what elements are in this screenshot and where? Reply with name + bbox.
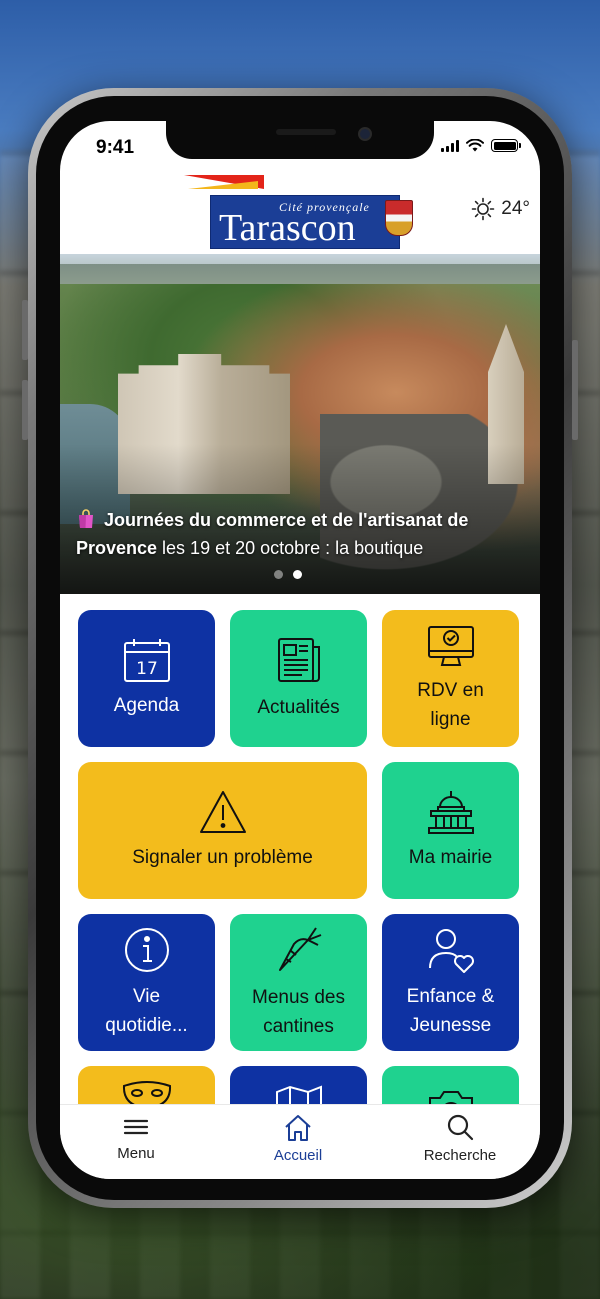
phone-notch	[166, 121, 434, 159]
tile-vie-quotidienne[interactable]: Vie quotidie...	[78, 914, 215, 1051]
phone-volume-button	[22, 380, 28, 440]
tile-label: RDV en ligne	[417, 679, 484, 730]
tile-patrimoine[interactable]	[230, 1066, 367, 1104]
tile-label: Actualités	[257, 697, 340, 718]
tile-rdv-en-ligne[interactable]: RDV en ligne	[382, 610, 519, 747]
logo-flag-yellow	[188, 181, 258, 189]
home-icon	[285, 1115, 311, 1141]
tile-label: Agenda	[113, 695, 180, 716]
battery-icon	[491, 139, 521, 152]
logo-title: Tarascon	[219, 207, 356, 249]
tab-menu[interactable]: Menu	[76, 1113, 196, 1162]
sun-icon	[471, 197, 495, 221]
logo-box: Cité provençale Tarascon	[210, 195, 413, 249]
app-screen: 9:41 Cité provençale Tarascon 24° Journé…	[60, 121, 540, 1179]
newspaper-icon	[277, 638, 320, 682]
search-icon	[447, 1114, 474, 1141]
carrot-icon	[278, 926, 321, 971]
tile-label: Menus des cantines	[252, 986, 345, 1037]
weather-widget[interactable]: 24°	[471, 197, 530, 221]
phone-speaker	[276, 129, 336, 135]
calendar-icon: 17	[123, 639, 170, 682]
tile-signaler-un-probleme[interactable]: Signaler un problème	[78, 762, 367, 899]
cellular-signal-icon	[441, 139, 459, 152]
weather-temperature: 24°	[501, 198, 530, 219]
phone-camera	[358, 127, 372, 141]
tile-ma-mairie[interactable]: Ma mairie	[382, 762, 519, 899]
wifi-icon	[466, 139, 484, 152]
tile-enfance-jeunesse[interactable]: Enfance & Jeunesse	[382, 914, 519, 1051]
tab-recherche[interactable]: Recherche	[400, 1113, 520, 1164]
phone-volume-button	[22, 300, 28, 360]
person-heart-icon	[428, 928, 474, 973]
bottom-tab-bar: Menu Accueil Recherche	[60, 1104, 540, 1179]
tab-label: Menu	[117, 1145, 155, 1162]
hamburger-menu-icon	[123, 1119, 149, 1135]
theater-mask-icon	[122, 1081, 171, 1104]
tile-label: Ma mairie	[408, 847, 493, 868]
town-hall-icon	[427, 791, 474, 834]
tile-agenda[interactable]: 17 Agenda	[78, 610, 215, 747]
hero-carousel[interactable]: Journées du commerce et de l'artisanat d…	[60, 254, 540, 594]
tab-label: Accueil	[273, 1147, 323, 1164]
tab-accueil[interactable]: Accueil	[238, 1113, 358, 1164]
tab-label: Recherche	[423, 1147, 497, 1164]
tile-label: Signaler un problème	[132, 847, 313, 868]
camera-icon	[428, 1091, 473, 1104]
tile-label: Vie quotidie...	[105, 985, 188, 1036]
hero-caption[interactable]: Journées du commerce et de l'artisanat d…	[76, 506, 528, 562]
phone-power-button	[572, 340, 578, 440]
tile-label: Enfance & Jeunesse	[406, 985, 495, 1036]
tile-menus-des-cantines[interactable]: Menus des cantines	[230, 914, 367, 1051]
warning-icon	[199, 791, 246, 833]
hero-caption-rest: les 19 et 20 octobre : la boutique	[157, 538, 424, 558]
carousel-dot-active[interactable]	[293, 570, 302, 579]
coat-of-arms-icon	[385, 200, 413, 236]
app-header: Cité provençale Tarascon 24°	[60, 171, 540, 253]
map-icon	[275, 1085, 322, 1104]
status-time: 9:41	[96, 137, 135, 158]
carousel-pagination	[274, 570, 302, 579]
tile-galerie[interactable]	[382, 1066, 519, 1104]
info-icon	[124, 927, 169, 972]
tile-culture[interactable]	[78, 1066, 215, 1104]
shopping-bag-icon	[79, 509, 93, 528]
svg-text:17: 17	[136, 659, 158, 679]
monitor-check-icon	[427, 625, 474, 666]
tiles-grid: 17 Agenda Actualités RDV en ligne Signal…	[60, 594, 540, 1104]
tile-actualites[interactable]: Actualités	[230, 610, 367, 747]
carousel-dot[interactable]	[274, 570, 283, 579]
status-icons	[441, 139, 521, 152]
tarascon-logo[interactable]: Cité provençale Tarascon	[184, 175, 416, 249]
